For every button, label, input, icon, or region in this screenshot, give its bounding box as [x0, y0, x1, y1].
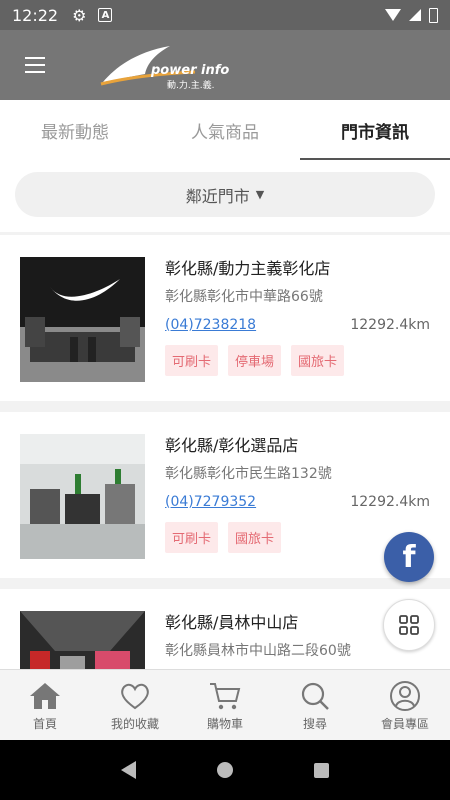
store-name: 彰化縣/動力主義彰化店 [165, 259, 331, 278]
power-info-logo: power info 動.力.主.義. [100, 46, 229, 91]
bottom-nav: 首頁 我的收藏 購物車 搜尋 會員專區 [0, 669, 450, 740]
store-address: 彰化縣彰化市中華路66號 [165, 289, 323, 305]
grid-icon [399, 615, 419, 635]
tab-latest-news[interactable]: 最新動態 [0, 100, 150, 160]
nav-home-label: 首頁 [32, 716, 57, 731]
store-list[interactable]: 彰化縣/動力主義彰化店 彰化縣彰化市中華路66號 (04)7238218 122… [0, 235, 450, 669]
filter-label: 鄰近門市 [185, 186, 250, 206]
cart-icon [210, 682, 241, 709]
store-photo [20, 434, 145, 559]
user-icon [390, 680, 420, 711]
system-nav-bar [0, 740, 450, 800]
tab-popular-products[interactable]: 人氣商品 [150, 100, 300, 160]
store-photo [20, 611, 145, 669]
store-distance: 12292.4km [350, 494, 430, 510]
store-address: 彰化縣彰化市民生路132號 [165, 466, 332, 482]
nav-favorites-label: 我的收藏 [110, 716, 159, 731]
store-name: 彰化縣/彰化選品店 [165, 436, 299, 455]
home-circle-icon[interactable] [216, 762, 233, 778]
store-info: 彰化縣/動力主義彰化店 彰化縣彰化市中華路66號 (04)7238218 122… [165, 257, 430, 376]
nav-member[interactable]: 會員專區 [360, 670, 450, 740]
nav-search[interactable]: 搜尋 [270, 670, 360, 740]
store-card[interactable]: 彰化縣/彰化選品店 彰化縣彰化市民生路132號 (04)7279352 1229… [0, 412, 450, 578]
a-badge-icon: A [98, 8, 113, 22]
back-icon[interactable] [120, 761, 136, 779]
tab-bar: 最新動態 人氣商品 門市資訊 [0, 100, 450, 160]
settings-gear-icon: ⚙ [72, 5, 87, 25]
menu-icon[interactable] [0, 30, 70, 100]
wifi-icon [385, 9, 401, 21]
status-time: 12:22 [12, 5, 59, 25]
tag-parking: 停車場 [228, 345, 282, 376]
search-icon [301, 682, 329, 710]
tag-travel-card: 國旅卡 [291, 345, 345, 376]
store-phone-link[interactable]: (04)7238218 [165, 317, 256, 333]
svg-text:power info: power info [150, 63, 229, 78]
home-icon [30, 682, 60, 709]
nav-cart[interactable]: 購物車 [180, 670, 270, 740]
nav-search-label: 搜尋 [302, 716, 327, 731]
store-phone-link[interactable]: (04)7279352 [165, 494, 256, 510]
tag-card-accepted: 可刷卡 [165, 345, 219, 376]
filter-area: 鄰近門市 ▼ [0, 160, 450, 232]
app-bar: power info 動.力.主.義. [0, 30, 450, 100]
tag-card-accepted: 可刷卡 [165, 522, 219, 553]
facebook-icon: f [402, 539, 416, 575]
store-address: 彰化縣員林市中山路二段60號 [165, 643, 351, 659]
cellular-signal-icon [409, 9, 421, 21]
battery-icon [429, 7, 438, 23]
nav-home[interactable]: 首頁 [0, 670, 90, 740]
store-card[interactable]: 彰化縣/動力主義彰化店 彰化縣彰化市中華路66號 (04)7238218 122… [0, 235, 450, 401]
store-info: 彰化縣/彰化選品店 彰化縣彰化市民生路132號 (04)7279352 1229… [165, 434, 430, 553]
nav-favorites[interactable]: 我的收藏 [90, 670, 180, 740]
heart-icon [121, 683, 149, 709]
recent-apps-icon[interactable] [314, 762, 330, 778]
nearby-store-dropdown[interactable]: 鄰近門市 ▼ [15, 172, 435, 217]
status-bar: 12:22 ⚙ A [0, 0, 450, 30]
tab-store-info[interactable]: 門市資訊 [300, 100, 450, 160]
facebook-button[interactable]: f [384, 532, 434, 582]
nav-cart-label: 購物車 [206, 716, 243, 731]
nav-member-label: 會員專區 [380, 716, 429, 731]
store-photo [20, 257, 145, 382]
tag-travel-card: 國旅卡 [228, 522, 282, 553]
svg-text:動.力.主.義.: 動.力.主.義. [167, 79, 214, 91]
caret-down-icon: ▼ [255, 188, 265, 201]
grid-menu-button[interactable] [383, 599, 435, 651]
store-distance: 12292.4km [350, 317, 430, 333]
